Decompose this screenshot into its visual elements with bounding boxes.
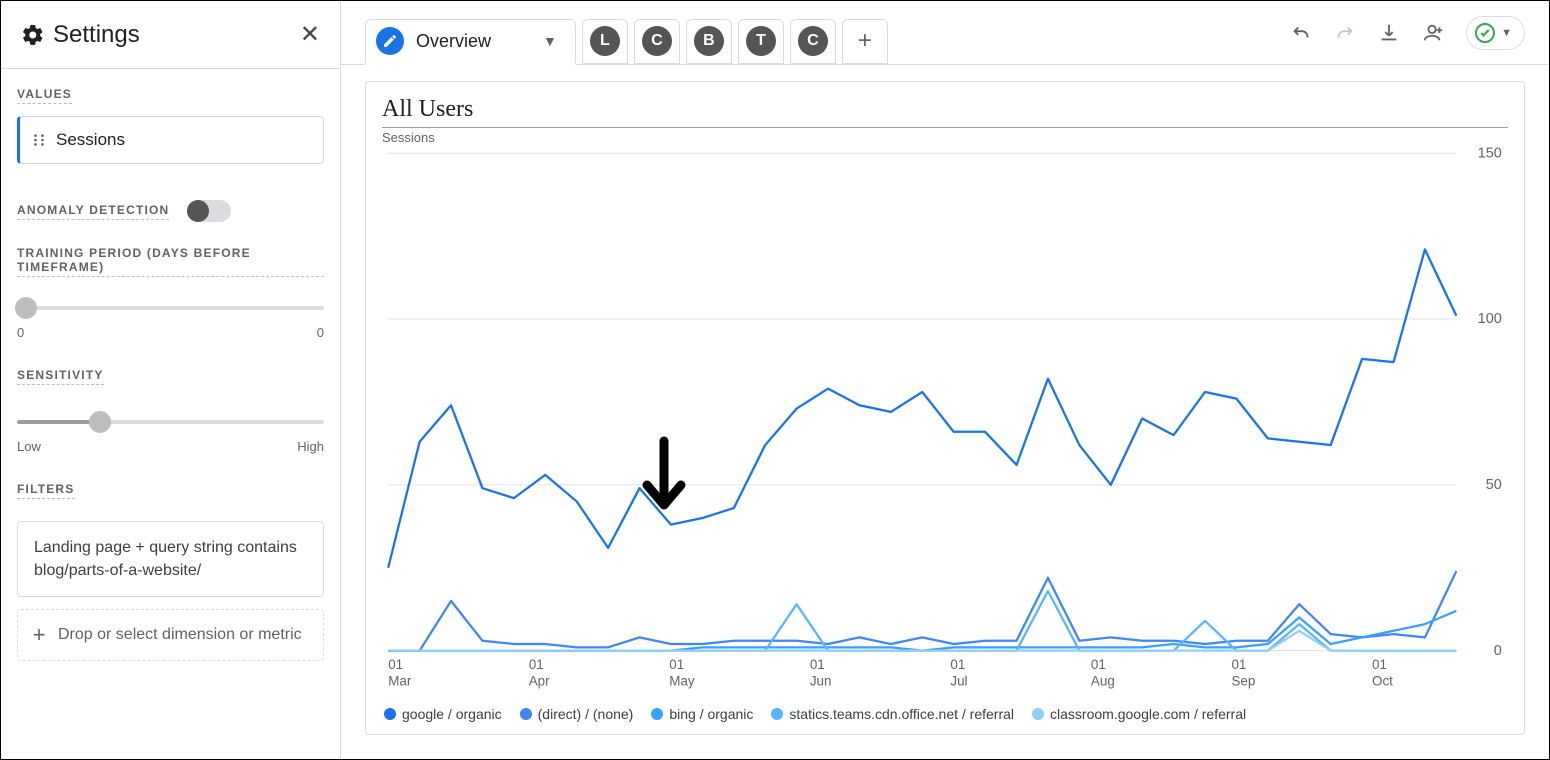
legend-item[interactable]: classroom.google.com / referral xyxy=(1032,706,1246,722)
download-icon[interactable] xyxy=(1378,22,1400,44)
chart-legend: google / organic (direct) / (none) bing / … xyxy=(382,700,1508,722)
svg-text:01: 01 xyxy=(1372,657,1387,672)
filter-text: Landing page + query string contains blo… xyxy=(34,539,297,579)
legend-item[interactable]: statics.teams.cdn.office.net / referral xyxy=(771,706,1014,722)
sensitivity-min: Low xyxy=(17,439,41,454)
drop-text: Drop or select dimension or metric xyxy=(58,624,302,646)
tab-add[interactable]: + xyxy=(842,19,888,65)
legend-label: google / organic xyxy=(402,706,502,722)
tab-overview[interactable]: Overview ▼ xyxy=(365,19,576,65)
svg-text:Aug: Aug xyxy=(1091,674,1115,689)
svg-text:01: 01 xyxy=(529,657,544,672)
legend-dot xyxy=(771,708,783,720)
legend-dot xyxy=(384,708,396,720)
svg-text:01: 01 xyxy=(810,657,825,672)
svg-text:Mar: Mar xyxy=(388,674,412,689)
svg-text:Sep: Sep xyxy=(1231,674,1255,689)
legend-dot xyxy=(651,708,663,720)
svg-text:0: 0 xyxy=(1494,643,1502,659)
svg-text:Jul: Jul xyxy=(950,674,967,689)
legend-label: statics.teams.cdn.office.net / referral xyxy=(789,706,1014,722)
legend-label: bing / organic xyxy=(669,706,753,722)
tab-letter-0[interactable]: L xyxy=(582,19,628,65)
legend-item[interactable]: bing / organic xyxy=(651,706,753,722)
chart-card: All Users Sessions 0 50 100 150 01 Mar 01 Apr 01… xyxy=(365,81,1525,735)
svg-text:01: 01 xyxy=(669,657,684,672)
svg-text:01: 01 xyxy=(950,657,965,672)
training-period-label: TRAINING PERIOD (DAYS BEFORE TIMEFRAME) xyxy=(17,246,324,277)
svg-text:Apr: Apr xyxy=(529,674,550,689)
svg-text:01: 01 xyxy=(1231,657,1246,672)
svg-text:150: 150 xyxy=(1478,145,1502,161)
training-min: 0 xyxy=(17,325,24,340)
pencil-icon xyxy=(376,27,404,55)
grip-icon xyxy=(32,133,46,147)
values-metric-chip[interactable]: Sessions xyxy=(17,116,324,164)
chevron-down-icon: ▼ xyxy=(543,33,557,49)
values-metric-label: Sessions xyxy=(56,130,125,150)
svg-text:01: 01 xyxy=(388,657,403,672)
sensitivity-label: SENSITIVITY xyxy=(17,368,104,385)
chart-title: All Users xyxy=(382,96,1508,123)
legend-label: classroom.google.com / referral xyxy=(1050,706,1246,722)
filters-section-label: FILTERS xyxy=(17,482,75,499)
redo-icon[interactable] xyxy=(1334,22,1356,44)
tab-letter-2[interactable]: B xyxy=(686,19,732,65)
svg-text:May: May xyxy=(669,674,695,689)
settings-title: Settings xyxy=(53,21,140,49)
chart-subtitle: Sessions xyxy=(382,130,1508,145)
close-icon[interactable]: ✕ xyxy=(300,20,320,49)
legend-item[interactable]: google / organic xyxy=(384,706,502,722)
sensitivity-slider[interactable] xyxy=(17,411,324,433)
tab-letter-1[interactable]: C xyxy=(634,19,680,65)
tab-overview-label: Overview xyxy=(416,31,491,52)
training-max: 0 xyxy=(317,325,324,340)
values-section-label: VALUES xyxy=(17,87,72,104)
tab-letter-3[interactable]: T xyxy=(738,19,784,65)
plus-icon: + xyxy=(30,624,48,646)
svg-text:Jun: Jun xyxy=(810,674,832,689)
svg-text:100: 100 xyxy=(1478,311,1502,327)
undo-icon[interactable] xyxy=(1290,22,1312,44)
anomaly-detection-toggle[interactable] xyxy=(187,200,231,222)
filter-chip[interactable]: Landing page + query string contains blo… xyxy=(17,521,324,597)
gear-icon xyxy=(21,23,45,47)
legend-item[interactable]: (direct) / (none) xyxy=(520,706,634,722)
sensitivity-max: High xyxy=(297,439,324,454)
settings-panel: Settings ✕ VALUES Sessions ANOMALY DETEC… xyxy=(1,1,341,759)
chevron-down-icon: ▼ xyxy=(1501,27,1512,39)
legend-dot xyxy=(1032,708,1044,720)
legend-label: (direct) / (none) xyxy=(538,706,634,722)
drop-dimension-box[interactable]: + Drop or select dimension or metric xyxy=(17,609,324,661)
tab-letter-4[interactable]: C xyxy=(790,19,836,65)
chart-plot[interactable]: 0 50 100 150 01 Mar 01 Apr 01 May 01 Jun 01 Jul 01 Aug 0… xyxy=(382,145,1508,700)
svg-text:Oct: Oct xyxy=(1372,674,1393,689)
share-user-icon[interactable] xyxy=(1422,22,1444,44)
settings-header: Settings ✕ xyxy=(1,1,340,69)
main-area: Overview ▼ L C B T C + ▼ xyxy=(341,1,1549,759)
svg-text:01: 01 xyxy=(1091,657,1106,672)
status-pill[interactable]: ▼ xyxy=(1466,16,1525,50)
anomaly-detection-label: ANOMALY DETECTION xyxy=(17,203,169,220)
svg-text:50: 50 xyxy=(1486,477,1502,493)
topbar: Overview ▼ L C B T C + ▼ xyxy=(341,1,1549,65)
legend-dot xyxy=(520,708,532,720)
training-period-slider[interactable] xyxy=(17,297,324,319)
checkmark-icon xyxy=(1475,23,1495,43)
